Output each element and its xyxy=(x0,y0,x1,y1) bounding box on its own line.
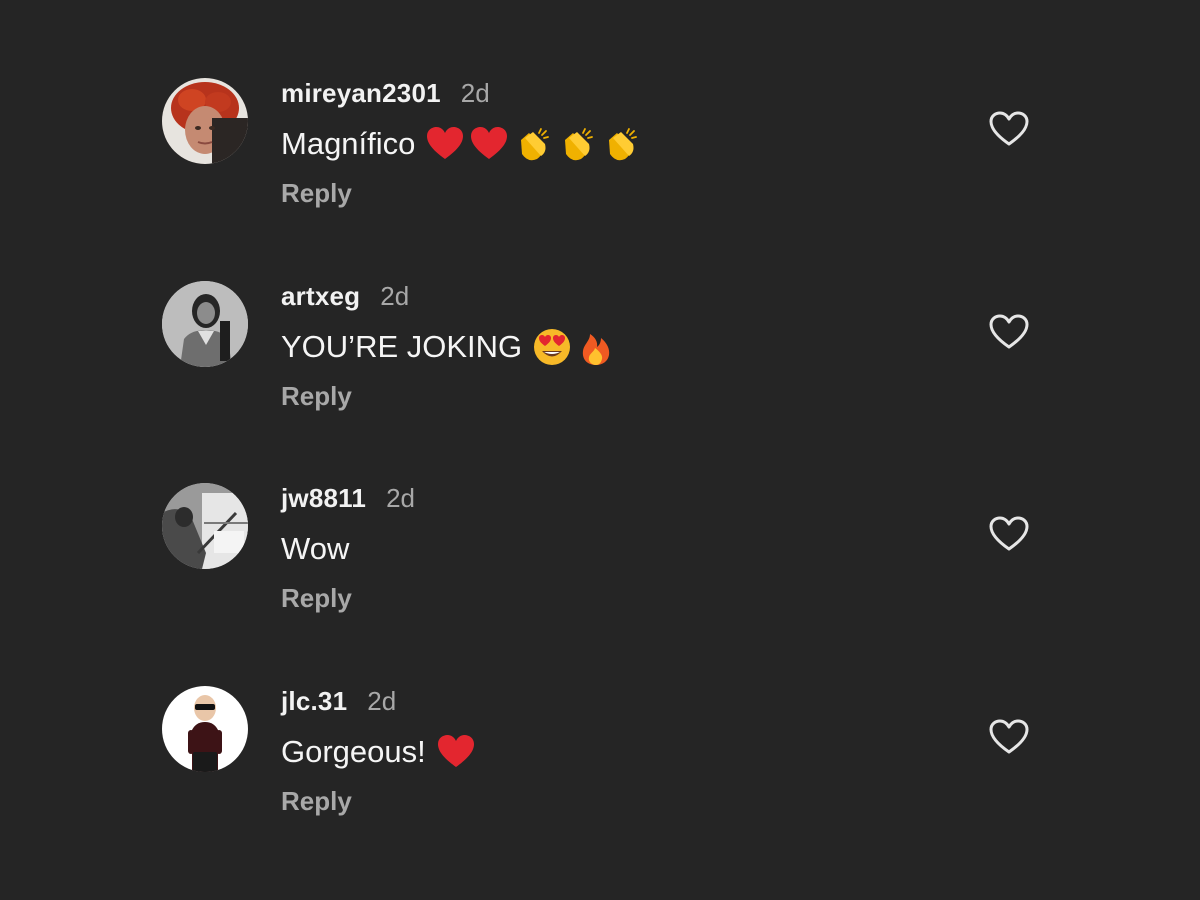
emoji-group xyxy=(436,732,476,772)
comment-item: mireyan2301 2d Magnífico Reply xyxy=(0,78,1200,248)
heart-outline-icon xyxy=(989,314,1029,349)
emoji-group xyxy=(425,124,641,164)
reply-button[interactable]: Reply xyxy=(281,583,352,614)
like-button[interactable] xyxy=(988,718,1030,756)
username[interactable]: mireyan2301 xyxy=(281,78,441,109)
avatar[interactable] xyxy=(162,686,248,772)
emoji-group xyxy=(532,327,616,367)
red-heart-emoji xyxy=(469,124,509,164)
avatar[interactable] xyxy=(162,281,248,367)
timestamp: 2d xyxy=(460,78,490,108)
comment-header: artxeg 2d xyxy=(281,281,409,311)
comment-item: jlc.31 2d Gorgeous! Reply xyxy=(0,686,1200,856)
comment-header: jw8811 2d xyxy=(281,483,415,513)
comment-text: Wow xyxy=(281,531,350,566)
red-heart-emoji xyxy=(425,124,465,164)
comment-text: YOU’RE JOKING xyxy=(281,329,523,364)
red-heart-emoji xyxy=(436,732,476,772)
username[interactable]: artxeg xyxy=(281,281,360,312)
clapping-hands-emoji xyxy=(557,124,597,164)
username[interactable]: jlc.31 xyxy=(281,686,347,717)
reply-button[interactable]: Reply xyxy=(281,178,352,209)
username[interactable]: jw8811 xyxy=(281,483,366,514)
like-button[interactable] xyxy=(988,110,1030,148)
clapping-hands-emoji xyxy=(601,124,641,164)
comment-header: mireyan2301 2d xyxy=(281,78,490,108)
comment-body: YOU’RE JOKING xyxy=(281,327,616,367)
like-button[interactable] xyxy=(988,515,1030,553)
comment-body: Magnífico xyxy=(281,124,641,164)
comment-body: Wow xyxy=(281,529,349,569)
comment-list: mireyan2301 2d Magnífico Reply artxeg 2d… xyxy=(0,0,1200,900)
heart-outline-icon xyxy=(989,111,1029,146)
avatar[interactable] xyxy=(162,483,248,569)
comment-header: jlc.31 2d xyxy=(281,686,396,716)
like-button[interactable] xyxy=(988,313,1030,351)
comment-body: Gorgeous! xyxy=(281,732,476,772)
reply-button[interactable]: Reply xyxy=(281,786,352,817)
timestamp: 2d xyxy=(367,686,397,716)
clapping-hands-emoji xyxy=(513,124,553,164)
heart-eyes-emoji xyxy=(532,327,572,367)
comment-item: jw8811 2d Wow Reply xyxy=(0,483,1200,653)
avatar[interactable] xyxy=(162,78,248,164)
timestamp: 2d xyxy=(380,281,410,311)
timestamp: 2d xyxy=(386,483,415,513)
fire-emoji xyxy=(576,327,616,367)
heart-outline-icon xyxy=(989,719,1029,754)
heart-outline-icon xyxy=(989,516,1029,551)
comment-text: Magnífico xyxy=(281,126,416,161)
comment-item: artxeg 2d YOU’RE JOKING Reply xyxy=(0,281,1200,451)
reply-button[interactable]: Reply xyxy=(281,381,352,412)
comment-text: Gorgeous! xyxy=(281,734,426,769)
